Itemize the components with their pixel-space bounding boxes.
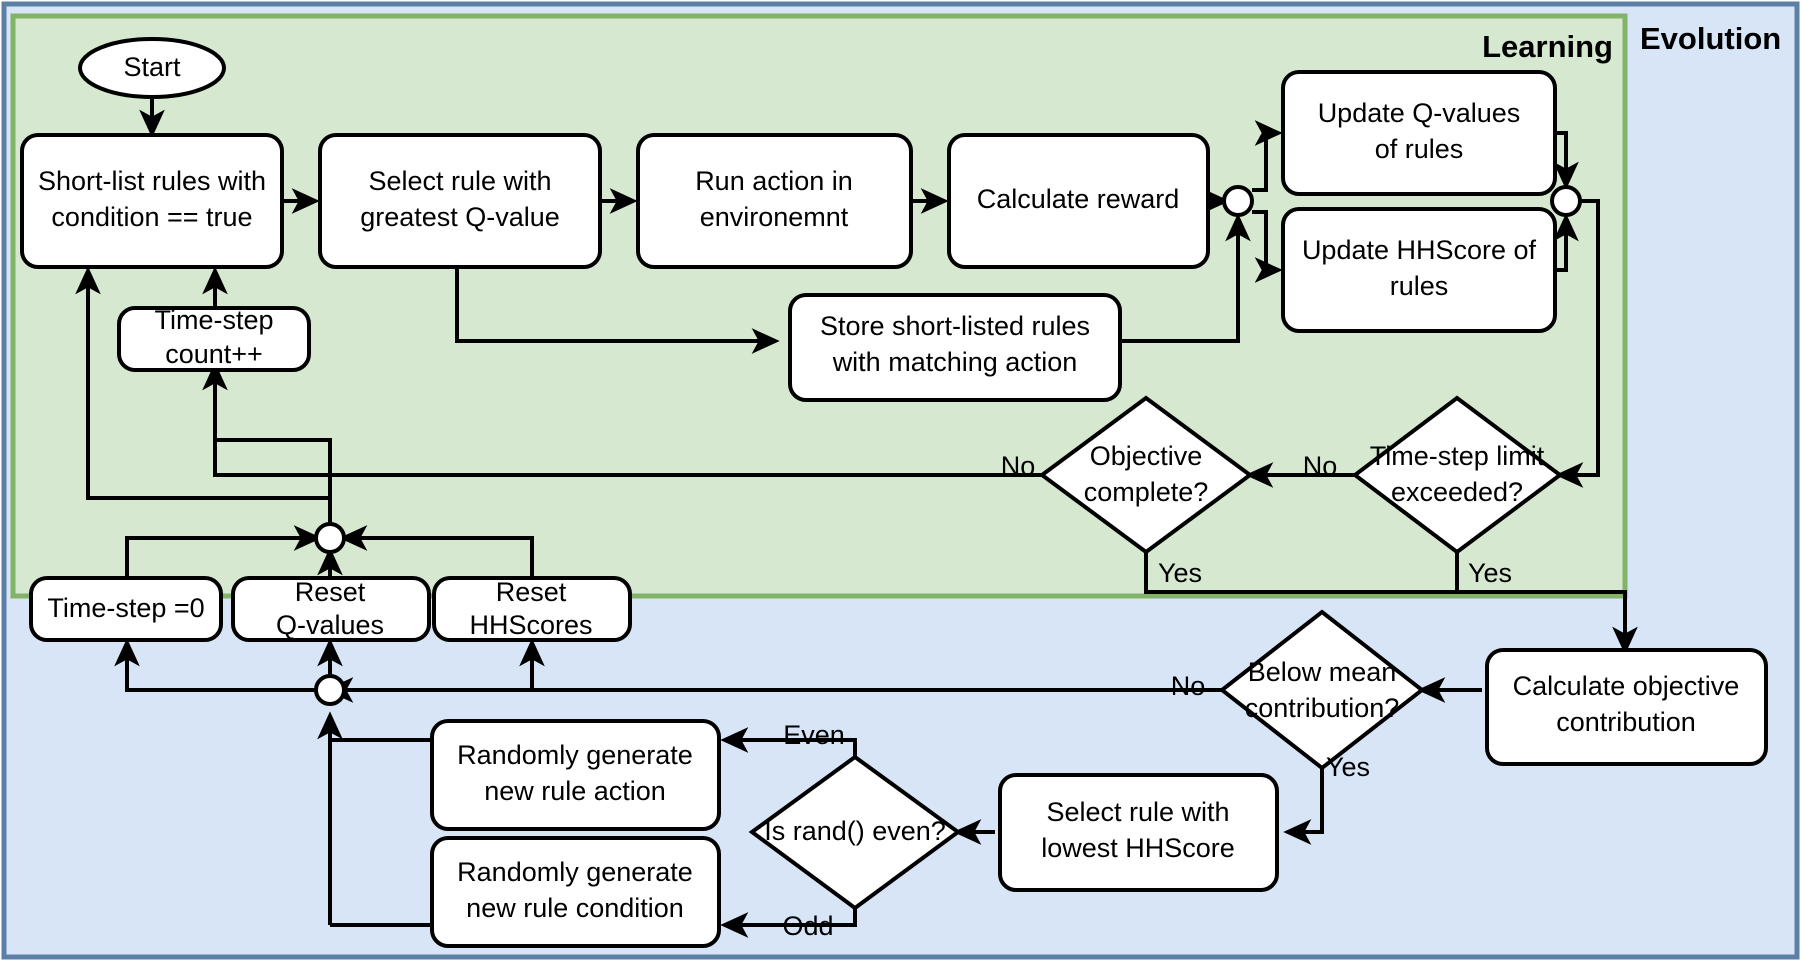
edge-label-timesteplimit-no: No [1303,451,1338,481]
flowchart-svg: Evolution Learning Start Short-list rule… [1,1,1800,960]
node-calcobjective-line2: contribution [1556,707,1696,737]
node-isrand-label: Is rand() even? [764,816,946,846]
node-select-rule-line1: Select rule with [368,166,551,196]
edge-label-objective-yes: Yes [1158,558,1202,588]
node-reset-hh-line2: HHScores [469,610,592,640]
node-update-q-line2: of rules [1375,134,1464,164]
node-reset-q-line2: Q-values [276,610,384,640]
node-gencondition-line2: new rule condition [466,893,684,923]
node-select-rule-greatest-q[interactable]: Select rule with greatest Q-value [318,133,602,269]
flowchart-canvas: Evolution Learning Start Short-list rule… [0,0,1801,961]
node-belowmean-line2: contribution? [1245,693,1400,723]
panel-label-evolution: Evolution [1640,21,1781,56]
node-run-action-line1: Run action in [695,166,853,196]
node-select-lowest-hhscore[interactable]: Select rule with lowest HHScore [998,773,1279,892]
node-run-action[interactable]: Run action in environemnt [636,133,913,269]
node-start[interactable]: Start [78,37,226,99]
node-run-action-line2: environemnt [700,202,849,232]
node-calcobjective-line1: Calculate objective [1513,671,1740,701]
node-timestep-zero[interactable]: Time-step =0 [29,576,223,642]
node-store-shortlisted-rules[interactable]: Store short-listed rules with matching a… [788,293,1122,402]
node-reset-hhscores[interactable]: Reset HHScores [432,576,632,642]
junction-reward-split [1222,185,1254,217]
node-reset-hh-line1: Reset [496,577,567,607]
node-genaction-line1: Randomly generate [457,740,693,770]
node-update-q-line1: Update Q-values [1318,98,1521,128]
node-start-label: Start [123,52,181,82]
node-shortlist-line1: Short-list rules with [38,166,266,196]
junction-reset-merge [314,522,346,554]
node-reset-q-line1: Reset [295,577,366,607]
node-timestep-limit-line2: exceeded? [1391,477,1523,507]
edge-label-objective-no: No [1001,451,1036,481]
node-selectlowest-line1: Select rule with [1046,797,1229,827]
edge-label-timesteplimit-yes: Yes [1468,558,1512,588]
edge-label-rand-even: Even [783,720,845,750]
panel-label-learning: Learning [1482,29,1613,64]
junction-update-merge [1550,185,1582,217]
node-timestep-count-line2: count++ [165,339,263,369]
node-objective-line1: Objective [1090,441,1203,471]
node-timestep-zero-label: Time-step =0 [47,593,204,623]
node-shortlist-line2: condition == true [51,202,252,232]
node-store-line1: Store short-listed rules [820,311,1090,341]
node-timestep-count[interactable]: Time-step count++ [117,305,311,372]
node-update-hh-line1: Update HHScore of [1302,235,1537,265]
junction-evolution-merge [314,674,346,706]
edge-label-belowmean-no: No [1171,671,1206,701]
node-calculate-reward-label: Calculate reward [977,184,1180,214]
node-update-hh-line2: rules [1390,271,1449,301]
node-gencondition-line1: Randomly generate [457,857,693,887]
node-generate-new-rule-action[interactable]: Randomly generate new rule action [430,719,721,831]
node-selectlowest-line2: lowest HHScore [1041,833,1235,863]
node-timestep-limit-line1: Time-step limit [1370,441,1545,471]
node-belowmean-line1: Below mean [1248,657,1397,687]
node-reset-q-values[interactable]: Reset Q-values [231,576,431,642]
node-shortlist-rules[interactable]: Short-list rules with condition == true [20,133,284,269]
edge-label-belowmean-yes: Yes [1326,752,1370,782]
edge-label-rand-odd: Odd [782,911,833,941]
node-calculate-objective-contribution[interactable]: Calculate objective contribution [1485,648,1768,766]
node-store-line2: with matching action [832,347,1078,377]
node-generate-new-rule-condition[interactable]: Randomly generate new rule condition [430,836,721,948]
node-objective-line2: complete? [1084,477,1209,507]
node-timestep-count-line1: Time-step [154,305,273,335]
node-genaction-line2: new rule action [484,776,666,806]
node-calculate-reward[interactable]: Calculate reward [947,133,1210,269]
node-update-hhscore[interactable]: Update HHScore of rules [1281,207,1557,333]
node-update-q-values[interactable]: Update Q-values of rules [1281,70,1557,196]
node-select-rule-line2: greatest Q-value [360,202,560,232]
